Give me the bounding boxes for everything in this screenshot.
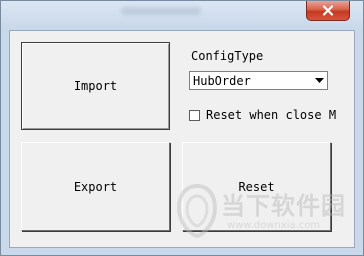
reset-button[interactable]: Reset	[182, 142, 331, 231]
app-window: Import Export Reset ConfigType HubOrder …	[0, 0, 364, 256]
reset-button-label: Reset	[238, 179, 275, 194]
reset-when-close-checkbox[interactable]	[189, 109, 200, 121]
import-button-label: Import	[73, 79, 118, 93]
reset-when-close-option[interactable]: Reset when close M	[189, 108, 336, 122]
close-icon	[322, 5, 334, 16]
config-type-dropdown[interactable]: HubOrder	[189, 71, 328, 90]
reset-when-close-label: Reset when close M	[206, 108, 337, 122]
title-text-blurred	[121, 7, 201, 15]
export-button-label: Export	[73, 179, 118, 194]
config-type-label: ConfigType	[191, 49, 264, 63]
import-button[interactable]: Import	[21, 42, 170, 130]
dialog-client-area: Import Export Reset ConfigType HubOrder …	[9, 30, 355, 248]
config-type-value: HubOrder	[193, 74, 251, 88]
chevron-down-icon[interactable]	[312, 73, 326, 88]
title-bar[interactable]	[1, 1, 363, 27]
close-button[interactable]	[306, 1, 350, 21]
export-button[interactable]: Export	[21, 142, 170, 231]
